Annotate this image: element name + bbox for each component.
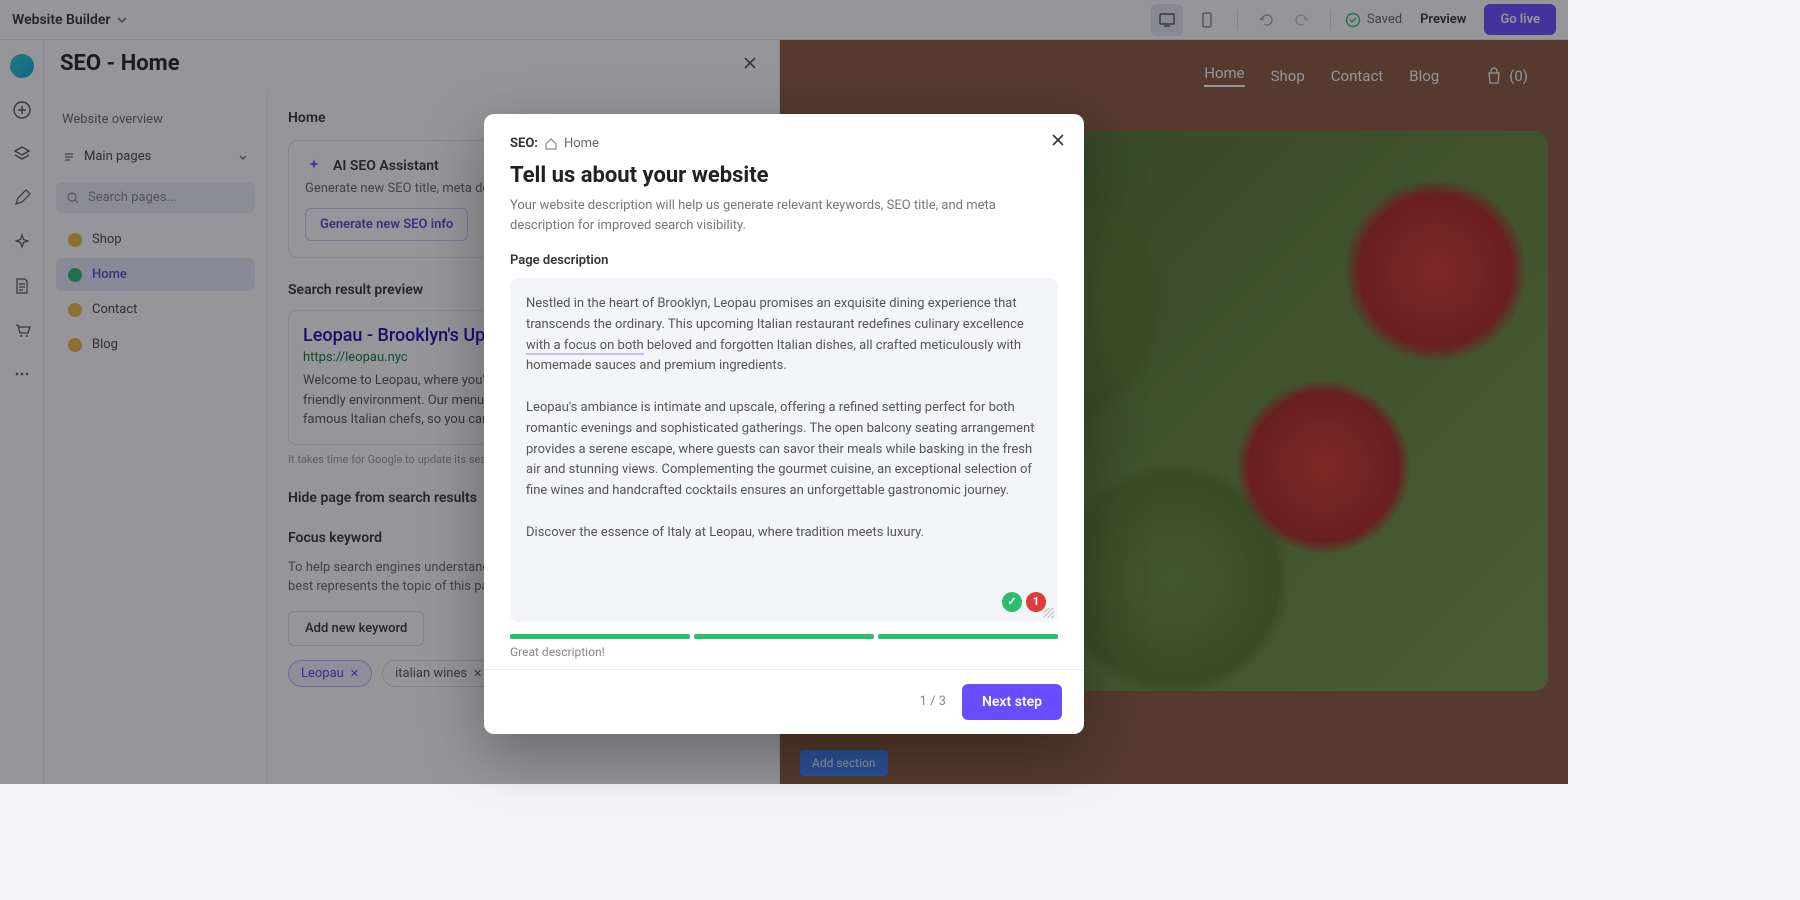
strength-bar — [510, 634, 690, 639]
seo-description-modal: SEO: Home Tell us about your website You… — [484, 114, 1084, 734]
modal-title: Tell us about your website — [510, 163, 1058, 188]
modal-breadcrumb: SEO: Home — [510, 136, 1058, 151]
textarea-text: beloved and forgotten Italian dishes, al… — [526, 338, 1038, 540]
step-counter: 1 / 3 — [920, 694, 946, 709]
resize-handle-icon[interactable] — [1044, 608, 1054, 618]
strength-bar — [878, 634, 1058, 639]
modal-close-button[interactable] — [1046, 128, 1070, 152]
crumb-prefix: SEO: — [510, 136, 538, 151]
description-textarea[interactable]: Nestled in the heart of Brooklyn, Leopau… — [510, 278, 1058, 622]
grammar-badges: ✓ 1 — [1002, 592, 1046, 612]
next-step-button[interactable]: Next step — [962, 684, 1062, 720]
modal-subtitle: Your website description will help us ge… — [510, 196, 1058, 235]
grammar-highlight: with a focus on both — [526, 338, 644, 355]
grammar-error-badge[interactable]: 1 — [1026, 592, 1046, 612]
home-icon — [544, 137, 558, 151]
crumb-page: Home — [564, 136, 599, 151]
strength-bar — [694, 634, 874, 639]
modal-footer: 1 / 3 Next step — [484, 669, 1084, 734]
textarea-text: Nestled in the heart of Brooklyn, Leopau… — [526, 296, 1027, 332]
grammar-ok-icon[interactable]: ✓ — [1002, 592, 1022, 612]
strength-label: Great description! — [510, 645, 1058, 659]
field-label: Page description — [510, 253, 1058, 268]
strength-meter — [510, 634, 1058, 639]
close-icon — [1050, 132, 1066, 148]
